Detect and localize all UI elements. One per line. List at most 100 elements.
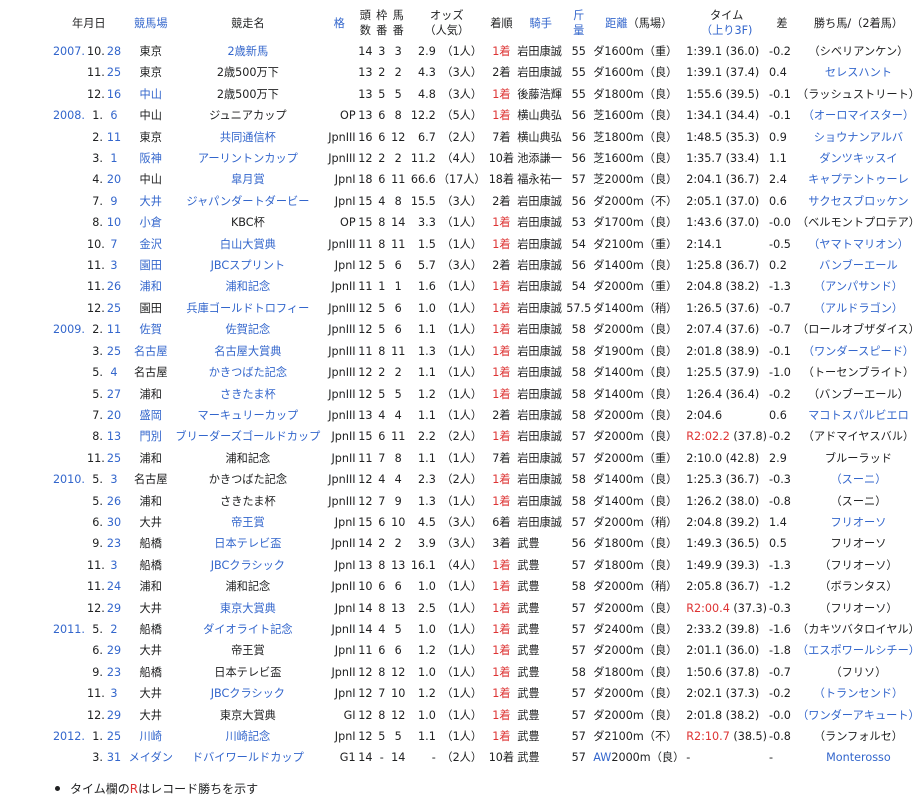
race-name-cell[interactable]: 兵庫ゴールドトロフィー [174, 298, 322, 319]
winner-cell[interactable]: フリオーソ [796, 512, 921, 533]
course-cell[interactable]: 名古屋 [128, 341, 174, 362]
header-time-l2[interactable]: （上り3F) [701, 24, 752, 37]
day-link[interactable]: 20 [103, 169, 125, 190]
day-link[interactable]: 29 [103, 640, 125, 661]
winner-cell[interactable]: （エスポワールシチー） [796, 640, 921, 661]
day-link[interactable]: 4 [103, 362, 125, 383]
race-name-cell[interactable]: 日本テレビ盃 [174, 533, 322, 554]
race-name-cell[interactable]: アーリントンカップ [174, 148, 322, 169]
header-weight[interactable]: 斤量 [565, 6, 592, 41]
race-name-cell[interactable]: 共同通信杯 [174, 127, 322, 148]
day-link[interactable]: 25 [103, 448, 125, 469]
day-link[interactable]: 11 [103, 127, 125, 148]
day-link[interactable]: 13 [103, 426, 125, 447]
course-cell[interactable]: 川崎 [128, 726, 174, 747]
day-link[interactable]: 25 [103, 298, 125, 319]
course-cell[interactable]: 金沢 [128, 234, 174, 255]
course-cell[interactable]: メイダン [128, 747, 174, 768]
year-cell[interactable]: 2009. [50, 319, 86, 340]
course-cell[interactable]: 阪神 [128, 148, 174, 169]
race-name-cell[interactable]: 2歳新馬 [174, 41, 322, 62]
year-cell[interactable]: 2010. [50, 469, 86, 490]
day-link[interactable]: 10 [103, 212, 125, 233]
race-name-cell[interactable]: 白山大賞典 [174, 234, 322, 255]
distance-aw-link[interactable]: AW [593, 751, 611, 764]
course-cell[interactable]: 園田 [128, 255, 174, 276]
day-link[interactable]: 24 [103, 576, 125, 597]
course-cell[interactable]: 盛岡 [128, 405, 174, 426]
race-name-cell[interactable]: ブリーダーズゴールドカップ [174, 426, 322, 447]
winner-cell[interactable]: サクセスブロッケン [796, 191, 921, 212]
day-link[interactable]: 3 [103, 469, 125, 490]
year-cell[interactable]: 2007. [50, 41, 86, 62]
race-name-cell[interactable]: かきつばた記念 [174, 362, 322, 383]
day-link[interactable]: 26 [103, 276, 125, 297]
winner-cell[interactable]: （アルドラゴン） [796, 298, 921, 319]
day-link[interactable]: 3 [103, 683, 125, 704]
header-jockey[interactable]: 騎手 [516, 6, 565, 41]
race-name-cell[interactable]: ダイオライト記念 [174, 619, 322, 640]
day-link[interactable]: 28 [103, 41, 125, 62]
day-link[interactable]: 9 [103, 191, 125, 212]
race-name-cell[interactable]: JBCクラシック [174, 555, 322, 576]
winner-cell[interactable]: （ワンダースピード） [796, 341, 921, 362]
day-link[interactable]: 29 [103, 598, 125, 619]
winner-cell[interactable]: キャプテントゥーレ [796, 169, 921, 190]
winner-cell[interactable]: （スーニ） [796, 469, 921, 490]
winner-cell[interactable]: （アンパサンド） [796, 276, 921, 297]
course-cell[interactable]: 小倉 [128, 212, 174, 233]
winner-cell[interactable]: Monterosso [796, 747, 921, 768]
day-link[interactable]: 23 [103, 662, 125, 683]
winner-cell[interactable]: ダンツキッスイ [796, 148, 921, 169]
day-link[interactable]: 6 [103, 105, 125, 126]
day-link[interactable]: 31 [103, 747, 125, 768]
year-cell[interactable]: 2011. [50, 619, 86, 640]
year-cell[interactable]: 2012. [50, 726, 86, 747]
race-name-cell[interactable]: 帝王賞 [174, 512, 322, 533]
header-course[interactable]: 競馬場 [128, 6, 174, 41]
day-link[interactable]: 29 [103, 705, 125, 726]
day-link[interactable]: 7 [103, 234, 125, 255]
winner-cell[interactable]: （トランセンド） [796, 683, 921, 704]
day-link[interactable]: 25 [103, 62, 125, 83]
race-name-cell[interactable]: 名古屋大賞典 [174, 341, 322, 362]
day-link[interactable]: 3 [103, 555, 125, 576]
race-name-cell[interactable]: JBCスプリント [174, 255, 322, 276]
day-link[interactable]: 16 [103, 84, 125, 105]
day-link[interactable]: 25 [103, 726, 125, 747]
race-name-cell[interactable]: 皐月賞 [174, 169, 322, 190]
race-name-cell[interactable]: マーキュリーカップ [174, 405, 322, 426]
day-link[interactable]: 26 [103, 491, 125, 512]
winner-cell[interactable]: セレスハント [796, 62, 921, 83]
race-name-cell[interactable]: 佐賀記念 [174, 319, 322, 340]
day-link[interactable]: 1 [103, 148, 125, 169]
course-cell[interactable]: 佐賀 [128, 319, 174, 340]
day-link[interactable]: 27 [103, 384, 125, 405]
year-cell[interactable]: 2008. [50, 105, 86, 126]
race-name-cell[interactable]: ジャパンダートダービー [174, 191, 322, 212]
day-link[interactable]: 2 [103, 619, 125, 640]
day-link[interactable]: 11 [103, 319, 125, 340]
race-name-cell[interactable]: JBCクラシック [174, 683, 322, 704]
header-grade[interactable]: 格 [322, 6, 357, 41]
winner-cell[interactable]: バンブーエール [796, 255, 921, 276]
header-distance-link[interactable]: 距離 [605, 17, 627, 30]
race-name-cell[interactable]: ドバイワールドカップ [174, 747, 322, 768]
day-link[interactable]: 23 [103, 533, 125, 554]
course-cell[interactable]: 門別 [128, 426, 174, 447]
day-link[interactable]: 30 [103, 512, 125, 533]
race-name-cell[interactable]: 浦和記念 [174, 276, 322, 297]
course-cell[interactable]: 浦和 [128, 276, 174, 297]
winner-cell[interactable]: （ワンダーアキュート） [796, 705, 921, 726]
race-name-cell[interactable]: 川崎記念 [174, 726, 322, 747]
race-name-cell[interactable]: さきたま杯 [174, 384, 322, 405]
day-link[interactable]: 20 [103, 405, 125, 426]
day-link[interactable]: 25 [103, 341, 125, 362]
course-cell[interactable]: 大井 [128, 191, 174, 212]
winner-cell[interactable]: （オーロマイスター） [796, 105, 921, 126]
race-name-cell[interactable]: 東京大賞典 [174, 598, 322, 619]
winner-cell[interactable]: （ヤマトマリオン） [796, 234, 921, 255]
winner-cell[interactable]: ショウナンアルバ [796, 127, 921, 148]
winner-cell[interactable]: マコトスパルビエロ [796, 405, 921, 426]
day-link[interactable]: 3 [103, 255, 125, 276]
